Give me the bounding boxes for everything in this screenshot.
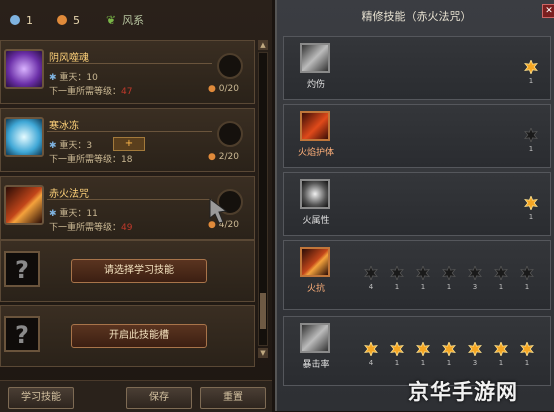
panel-title: 精修技能（赤火法咒） bbox=[361, 10, 472, 23]
fire-slash-icon bbox=[300, 247, 330, 277]
refine-node-label: 1 bbox=[420, 359, 426, 367]
refine-node-label: 3 bbox=[472, 359, 478, 367]
refine-node-label: 3 bbox=[472, 283, 478, 291]
refine-node[interactable] bbox=[524, 58, 538, 76]
skill-rank: ✱ 重天：3 bbox=[49, 141, 93, 151]
refine-node-label: 1 bbox=[446, 283, 452, 291]
refine-node[interactable] bbox=[364, 264, 378, 282]
skill-rank: ✱ 重天：10 bbox=[49, 73, 98, 83]
refine-node-label: 4 bbox=[368, 283, 374, 291]
refine-node[interactable] bbox=[390, 264, 404, 282]
skill-slot[interactable] bbox=[217, 53, 243, 79]
close-icon[interactable]: ✕ bbox=[542, 4, 554, 18]
refine-node-label: 1 bbox=[420, 283, 426, 291]
refine-node[interactable] bbox=[520, 264, 534, 282]
scroll-up-arrow-icon[interactable]: ▲ bbox=[258, 40, 268, 50]
refine-node[interactable] bbox=[416, 264, 430, 282]
refine-row-1: 灼伤 1 bbox=[283, 36, 551, 100]
divider bbox=[47, 199, 212, 200]
add-point-button[interactable]: + bbox=[113, 137, 145, 151]
empty-skill-slot-2: ? 开启此技能槽 bbox=[0, 305, 255, 367]
fire-slash-icon bbox=[4, 185, 44, 225]
question-mark-icon: ? bbox=[4, 316, 40, 352]
skill-slot[interactable] bbox=[217, 121, 243, 147]
watermark: 京华手游网 bbox=[408, 380, 518, 404]
skill-points: ● 0/20 bbox=[208, 84, 239, 94]
scrollbar[interactable] bbox=[258, 52, 268, 346]
bottom-bar: 学习技能 保存 重置 bbox=[0, 380, 272, 412]
gem2-count: 5 bbox=[73, 13, 80, 27]
refine-node-label: 1 bbox=[446, 359, 452, 367]
empty-skill-slot-1: ? 请选择学习技能 bbox=[0, 240, 255, 302]
refine-node-label: 1 bbox=[498, 283, 504, 291]
ice-crystal-icon bbox=[4, 117, 44, 157]
cursor-arrow-icon bbox=[209, 198, 228, 224]
refine-name: 灼伤 bbox=[306, 80, 325, 90]
skill-card-2[interactable]: 寒冰冻 ✱ 重天：3 + 下一重所需等级：18 ● 2/20 bbox=[0, 108, 255, 172]
skill-requirement: 下一重所需等级：18 bbox=[49, 155, 133, 165]
skill-points: ● 2/20 bbox=[208, 152, 239, 162]
question-mark-icon: ? bbox=[4, 251, 40, 287]
refine-node[interactable] bbox=[442, 340, 456, 358]
refine-node[interactable] bbox=[524, 126, 538, 144]
refine-node[interactable] bbox=[468, 264, 482, 282]
refine-node-label: 1 bbox=[528, 213, 534, 221]
refine-node-label: 1 bbox=[498, 359, 504, 367]
claw-skill-icon bbox=[300, 323, 330, 353]
refine-node-label: 1 bbox=[394, 283, 400, 291]
element-label: 风系 bbox=[122, 14, 145, 27]
refine-node[interactable] bbox=[524, 194, 538, 212]
blue-gem-icon bbox=[10, 15, 20, 25]
scroll-down-arrow-icon[interactable]: ▼ bbox=[258, 348, 268, 358]
skill-requirement: 下一重所需等级：49 bbox=[49, 223, 133, 233]
resource-bar: 1 5 ❦ 风系 bbox=[0, 6, 272, 34]
refine-name: 火抗 bbox=[306, 284, 325, 294]
save-button[interactable]: 保存 bbox=[126, 387, 192, 409]
refine-row-4: 火抗 4 1 1 1 3 1 1 bbox=[283, 240, 551, 310]
refine-node[interactable] bbox=[364, 340, 378, 358]
refine-node[interactable] bbox=[468, 340, 482, 358]
refine-node-label: 1 bbox=[528, 77, 534, 85]
scrollbar-thumb[interactable] bbox=[260, 293, 266, 329]
refine-node[interactable] bbox=[416, 340, 430, 358]
refine-name: 暴击率 bbox=[302, 360, 330, 370]
skill-requirement: 下一重所需等级：47 bbox=[49, 87, 133, 97]
refine-node[interactable] bbox=[520, 340, 534, 358]
refine-row-3: 火属性 1 bbox=[283, 172, 551, 236]
skill-name: 赤火法咒 bbox=[49, 189, 89, 200]
refine-node-label: 1 bbox=[524, 359, 530, 367]
skill-card-1[interactable]: 阴风噬魂 ✱ 重天：10 下一重所需等级：47 ● 0/20 bbox=[0, 40, 255, 104]
choose-skill-button[interactable]: 请选择学习技能 bbox=[71, 259, 207, 283]
refine-node-label: 1 bbox=[524, 283, 530, 291]
refine-node-label: 1 bbox=[394, 359, 400, 367]
skill-name: 阴风噬魂 bbox=[49, 53, 89, 64]
learn-skill-button[interactable]: 学习技能 bbox=[8, 387, 74, 409]
refine-skill-panel: 精修技能（赤火法咒） ✕ 灼伤 1 火焰护体 1 火属性 1 火抗 4 1 1 1 3 1… bbox=[275, 0, 554, 411]
orange-gem-icon bbox=[57, 15, 67, 25]
vortex-skill-icon bbox=[4, 49, 44, 89]
refine-node[interactable] bbox=[390, 340, 404, 358]
divider bbox=[47, 63, 212, 64]
refine-node[interactable] bbox=[494, 264, 508, 282]
refine-name: 火属性 bbox=[302, 216, 330, 226]
skill-list-panel: 1 5 ❦ 风系 阴风噬魂 ✱ 重天：10 下一重所需等级：47 ● 0/20 … bbox=[0, 0, 272, 412]
refine-node-label: 4 bbox=[368, 359, 374, 367]
refine-row-2: 火焰护体 1 bbox=[283, 104, 551, 168]
refine-node-label: 1 bbox=[528, 145, 534, 153]
refine-node[interactable] bbox=[442, 264, 456, 282]
refine-node[interactable] bbox=[494, 340, 508, 358]
fire-shield-icon bbox=[300, 111, 330, 141]
skill-name: 寒冰冻 bbox=[49, 121, 79, 132]
refine-name: 火焰护体 bbox=[297, 148, 334, 158]
claw-skill-icon bbox=[300, 43, 330, 73]
reset-button[interactable]: 重置 bbox=[200, 387, 266, 409]
gem1-count: 1 bbox=[26, 13, 33, 27]
skill-rank: ✱ 重天：11 bbox=[49, 209, 98, 219]
leaf-icon: ❦ bbox=[106, 13, 117, 27]
unlock-slot-button[interactable]: 开启此技能槽 bbox=[71, 324, 207, 348]
divider bbox=[47, 131, 212, 132]
lightning-icon bbox=[300, 179, 330, 209]
